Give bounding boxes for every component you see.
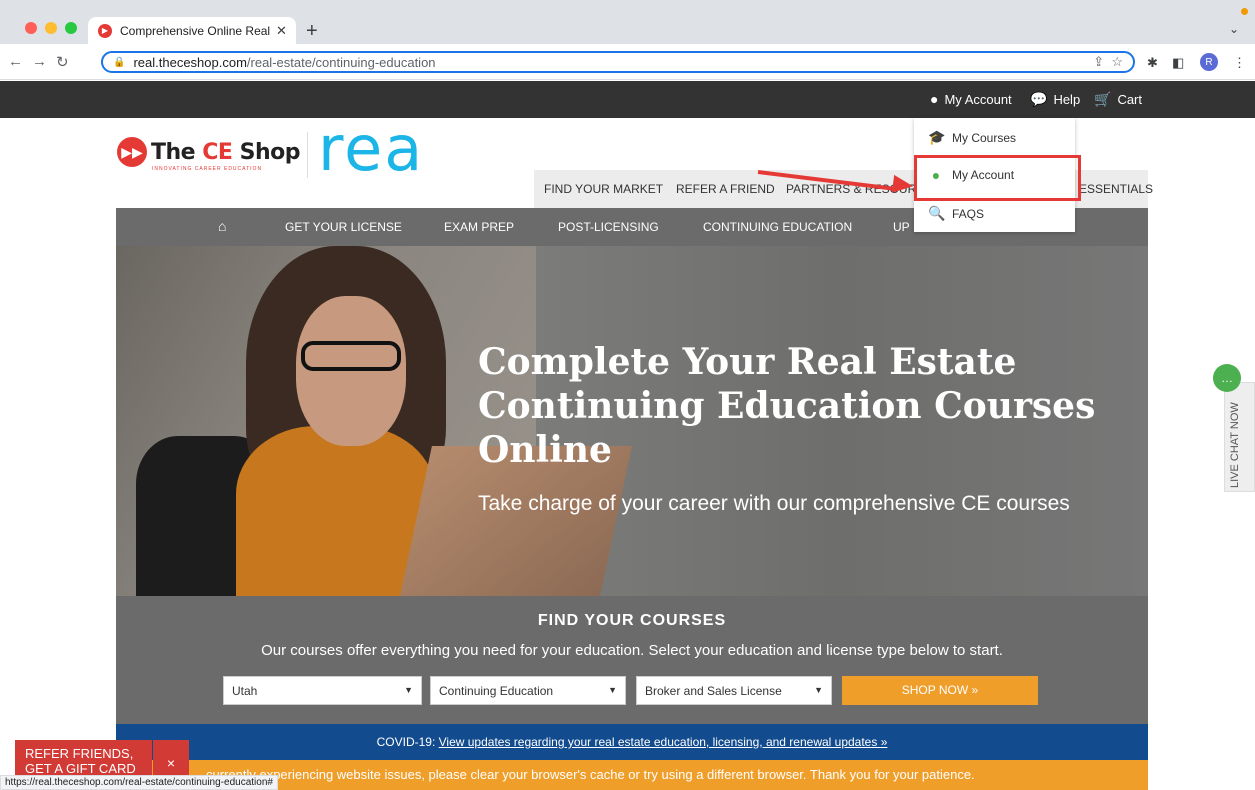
url-input[interactable]: 🔒 real.theceshop.com/real-estate/continu… <box>101 51 1135 73</box>
annotation-arrow-head-icon <box>891 174 915 196</box>
url-domain: real.theceshop.com <box>133 54 247 70</box>
education-select[interactable]: Continuing Education ▼ <box>430 676 626 705</box>
covid-banner: COVID-19: View updates regarding your re… <box>116 724 1148 760</box>
logo-tagline: INNOVATING CAREER EDUCATION <box>152 166 263 172</box>
help-label: Help <box>1053 92 1081 107</box>
address-bar: ← → ↻ 🔒 real.theceshop.com/real-estate/c… <box>0 44 1255 80</box>
update-indicator-icon <box>1241 8 1248 15</box>
tab-close-icon[interactable]: ✕ <box>276 23 287 39</box>
dropdown-my-courses[interactable]: 🎓 My Courses <box>928 129 1016 146</box>
status-url-bar: https://real.theceshop.com/real-estate/c… <box>0 775 278 790</box>
secnav-find-your-market[interactable]: FIND YOUR MARKET <box>544 182 663 196</box>
secnav-refer-a-friend[interactable]: REFER A FRIEND <box>676 182 775 196</box>
reload-icon[interactable]: ↻ <box>56 53 69 71</box>
search-icon: 🔍 <box>928 205 946 221</box>
my-account-link[interactable]: ● My Account <box>930 91 1012 107</box>
covid-updates-link[interactable]: View updates regarding your real estate … <box>439 735 888 749</box>
live-chat-label: LIVE CHAT NOW <box>1229 402 1241 488</box>
hero-photo <box>116 246 632 596</box>
chevron-down-icon: ▼ <box>814 685 823 695</box>
ce-shop-logo-icon: ▶▶ <box>117 137 147 167</box>
license-select-value: Broker and Sales License <box>645 684 782 698</box>
chrome-menu-icon[interactable]: ⋮ <box>1233 55 1246 71</box>
course-finder: FIND YOUR COURSES Our courses offer ever… <box>116 596 1148 724</box>
cart-icon: 🛒 <box>1094 91 1112 107</box>
home-icon[interactable]: ⌂ <box>218 218 226 234</box>
refer-line-2: GET A GIFT CARD <box>25 761 136 776</box>
annotation-highlight-box <box>914 155 1081 201</box>
help-link[interactable]: 💬 Help <box>1030 91 1080 108</box>
shop-now-button[interactable]: SHOP NOW » <box>842 676 1038 705</box>
cart-label: Cart <box>1117 92 1142 107</box>
state-select-value: Utah <box>232 684 258 698</box>
nav-get-your-license[interactable]: GET YOUR LICENSE <box>285 220 402 234</box>
faqs-label: FAQS <box>952 206 985 221</box>
extensions-icon[interactable]: ✱ <box>1147 55 1158 71</box>
my-courses-label: My Courses <box>952 130 1017 145</box>
chevron-down-icon: ▼ <box>608 685 617 695</box>
education-select-value: Continuing Education <box>439 684 554 698</box>
browser-tab-bar: ▶ Comprehensive Online Real Es ✕ + ⌄ <box>0 0 1255 44</box>
refer-line-1: REFER FRIENDS, <box>25 746 134 761</box>
close-window-button[interactable] <box>25 22 37 34</box>
real-logo[interactable]: rea <box>318 118 424 180</box>
nav-continuing-education[interactable]: CONTINUING EDUCATION <box>703 220 852 234</box>
logo-divider <box>307 132 308 178</box>
license-select[interactable]: Broker and Sales License ▼ <box>636 676 832 705</box>
browser-tab[interactable]: ▶ Comprehensive Online Real Es ✕ <box>88 17 296 44</box>
logo-wordmark: The CE Shop <box>151 139 300 165</box>
secnav-essentials[interactable]: ESSENTIALS <box>1079 182 1153 196</box>
cart-link[interactable]: 🛒 Cart <box>1094 91 1142 108</box>
ce-shop-favicon-icon: ▶ <box>98 23 112 38</box>
dropdown-faqs[interactable]: 🔍 FAQS <box>928 205 984 222</box>
hero-subtitle: Take charge of your career with our comp… <box>478 492 1070 515</box>
site-top-bar: ● My Account 💬 Help 🛒 Cart <box>0 81 1255 118</box>
minimize-window-button[interactable] <box>45 22 57 34</box>
tab-search-chevron-icon[interactable]: ⌄ <box>1229 22 1239 36</box>
live-chat-tab[interactable]: LIVE CHAT NOW <box>1224 382 1255 492</box>
new-tab-icon[interactable]: + <box>306 20 318 43</box>
finder-title: FIND YOUR COURSES <box>537 612 727 629</box>
state-select[interactable]: Utah ▼ <box>223 676 422 705</box>
maximize-window-button[interactable] <box>65 22 77 34</box>
nav-up[interactable]: UP <box>893 220 910 234</box>
forward-icon[interactable]: → <box>32 53 47 70</box>
lock-icon[interactable]: 🔒 <box>113 57 125 68</box>
nav-post-licensing[interactable]: POST-LICENSING <box>558 220 659 234</box>
finder-description: Our courses offer everything you need fo… <box>261 642 1003 659</box>
side-panel-icon[interactable]: ◧ <box>1172 55 1184 71</box>
tab-title: Comprehensive Online Real Es <box>120 23 270 38</box>
hero-title: Complete Your Real Estate Continuing Edu… <box>478 341 1096 471</box>
graduation-cap-icon: 🎓 <box>928 129 946 145</box>
chat-bubbles-icon: 💬 <box>1030 91 1048 107</box>
my-account-label: My Account <box>944 91 1012 107</box>
user-circle-icon: ● <box>930 91 939 107</box>
ce-shop-logo[interactable]: ▶▶ The CE Shop <box>117 137 300 167</box>
back-icon[interactable]: ← <box>8 53 23 70</box>
chevron-down-icon: ▼ <box>404 685 413 695</box>
covid-prefix: COVID-19: <box>376 735 439 749</box>
chat-bubble-icon[interactable]: … <box>1213 364 1241 392</box>
nav-exam-prep[interactable]: EXAM PREP <box>444 220 514 234</box>
profile-avatar[interactable]: R <box>1200 53 1218 71</box>
url-path: /real-estate/continuing-education <box>246 54 436 70</box>
share-bookmark-icons[interactable]: ⇪ ☆ <box>1093 54 1123 70</box>
